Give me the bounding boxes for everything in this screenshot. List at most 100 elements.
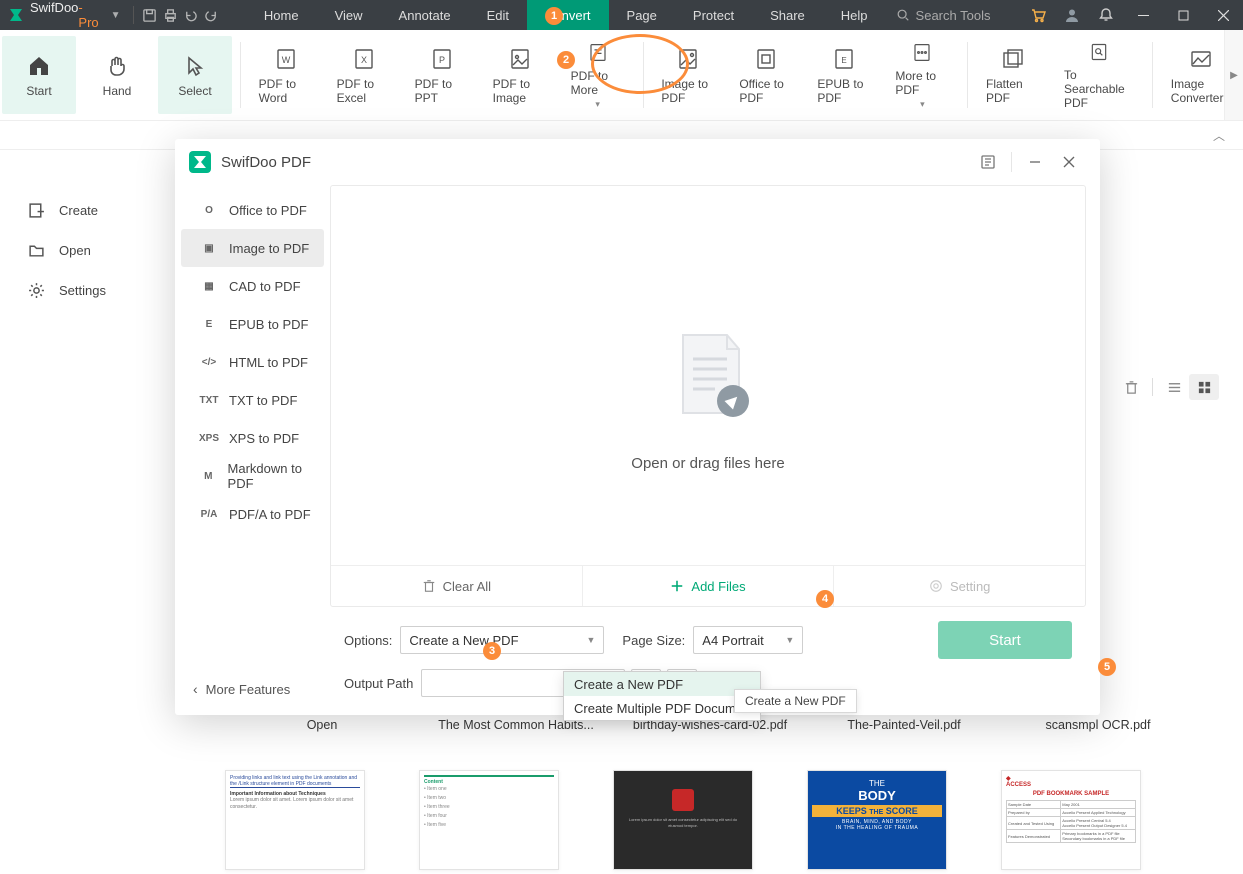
ribbon-office-to-pdf[interactable]: Office to PDF — [729, 36, 803, 114]
annotation-2: 2 — [557, 51, 575, 69]
ribbon-hand[interactable]: Hand — [80, 36, 154, 114]
ribbon-start[interactable]: Start — [2, 36, 76, 114]
menu-annotate[interactable]: Annotate — [381, 0, 469, 30]
pagesize-label: Page Size: — [622, 633, 685, 648]
more-features-link[interactable]: ‹More Features — [193, 681, 290, 697]
convert-dialog: SwifDoo PDF OOffice to PDF ▣Image to PDF… — [175, 139, 1100, 715]
search-icon — [896, 8, 910, 22]
ribbon-pdf-to-excel[interactable]: XPDF to Excel — [327, 36, 401, 114]
view-mode-toggle — [1116, 374, 1219, 400]
leftnav-settings[interactable]: Settings — [0, 270, 175, 310]
thumbnail[interactable]: THEBODYKEEPS THE SCOREBRAIN, MIND, AND B… — [807, 770, 947, 870]
search-tools-input[interactable]: Search Tools — [896, 4, 1021, 26]
side-image-to-pdf[interactable]: ▣Image to PDF — [181, 229, 324, 267]
side-txt-to-pdf[interactable]: TXTTXT to PDF — [181, 381, 324, 419]
menu-page[interactable]: Page — [609, 0, 675, 30]
dialog-minimize[interactable] — [1018, 145, 1052, 179]
dialog-header: SwifDoo PDF — [175, 139, 1100, 185]
side-pdfa-to-pdf[interactable]: P/APDF/A to PDF — [181, 495, 324, 533]
ribbon-pdf-to-ppt[interactable]: PPDF to PPT — [405, 36, 479, 114]
ribbon-searchable-pdf[interactable]: To Searchable PDF — [1054, 36, 1144, 114]
ribbon-select[interactable]: Select — [158, 36, 232, 114]
drop-file-icon — [653, 321, 763, 431]
user-icon[interactable] — [1055, 0, 1089, 30]
svg-text:W: W — [281, 55, 290, 65]
menu-view[interactable]: View — [317, 0, 381, 30]
ribbon-flatten-pdf[interactable]: Flatten PDF — [976, 36, 1050, 114]
side-markdown-to-pdf[interactable]: MMarkdown to PDF — [181, 457, 324, 495]
window-minimize[interactable] — [1123, 0, 1163, 30]
annotation-4: 4 — [816, 590, 834, 608]
thumbnails-row: Providing links and link text using the … — [225, 770, 1213, 870]
ribbon-overflow-icon[interactable]: ▶ — [1224, 30, 1243, 120]
dialog-close[interactable] — [1052, 145, 1086, 179]
menu-share[interactable]: Share — [752, 0, 823, 30]
main-menu: Home View Annotate Edit Convert Page Pro… — [246, 0, 886, 30]
leftnav-create[interactable]: Create — [0, 190, 175, 230]
view-delete-icon[interactable] — [1116, 374, 1146, 400]
svg-text:P: P — [439, 55, 445, 65]
menu-help[interactable]: Help — [823, 0, 886, 30]
ribbon-pdf-to-image[interactable]: PDF to Image — [483, 36, 557, 114]
drop-zone[interactable]: Open or drag files here Clear All Add Fi… — [330, 185, 1086, 607]
options-label: Options: — [344, 633, 392, 648]
recent-file[interactable]: Open — [225, 718, 419, 732]
title-dropdown-icon[interactable]: ▼ — [111, 10, 121, 21]
print-icon[interactable] — [160, 0, 181, 30]
window-close[interactable] — [1203, 0, 1243, 30]
pagesize-select[interactable]: A4 Portrait▼ — [693, 626, 803, 654]
side-office-to-pdf[interactable]: OOffice to PDF — [181, 191, 324, 229]
menu-convert[interactable]: Convert — [527, 0, 609, 30]
dropdown-option[interactable]: Create Multiple PDF Document — [564, 696, 760, 720]
recent-file[interactable]: The-Painted-Veil.pdf — [807, 718, 1001, 732]
ribbon-epub-to-pdf[interactable]: EEPUB to PDF — [807, 36, 881, 114]
add-files-button[interactable]: Add Files — [583, 566, 835, 606]
redo-icon[interactable] — [201, 0, 222, 30]
thumbnail[interactable]: ◆ACCESSPDF BOOKMARK SAMPLESample DateMay… — [1001, 770, 1141, 870]
view-grid-icon[interactable] — [1189, 374, 1219, 400]
menu-protect[interactable]: Protect — [675, 0, 752, 30]
chevron-up-icon[interactable]: ︿ — [1213, 127, 1225, 144]
annotation-5: 5 — [1098, 658, 1116, 676]
recent-file[interactable]: scansmpl OCR.pdf — [1001, 718, 1195, 732]
clear-all-button[interactable]: Clear All — [331, 566, 583, 606]
cart-icon[interactable] — [1021, 0, 1055, 30]
options-select[interactable]: Create a New PDF▼ — [400, 626, 604, 654]
side-epub-to-pdf[interactable]: EEPUB to PDF — [181, 305, 324, 343]
title-bar: SwifDoo-Pro ▼ Home View Annotate Edit Co… — [0, 0, 1243, 30]
thumbnail[interactable]: Lorem ipsum dolor sit amet consectetur a… — [613, 770, 753, 870]
setting-button[interactable]: Setting — [834, 566, 1085, 606]
window-maximize[interactable] — [1163, 0, 1203, 30]
bell-icon[interactable] — [1089, 0, 1123, 30]
side-xps-to-pdf[interactable]: XPSXPS to PDF — [181, 419, 324, 457]
svg-text:X: X — [361, 55, 367, 65]
dialog-settings-icon[interactable] — [971, 145, 1005, 179]
app-logo-icon — [8, 6, 24, 24]
menu-home[interactable]: Home — [246, 0, 317, 30]
dialog-sidebar: OOffice to PDF ▣Image to PDF ▦CAD to PDF… — [175, 185, 330, 715]
tooltip: Create a New PDF — [734, 689, 857, 713]
leftnav-open[interactable]: Open — [0, 230, 175, 270]
annotation-3: 3 — [483, 642, 501, 660]
ribbon-pdf-to-word[interactable]: WPDF to Word — [249, 36, 323, 114]
save-icon[interactable] — [139, 0, 160, 30]
start-button[interactable]: Start — [938, 621, 1072, 659]
drop-message: Open or drag files here — [631, 455, 784, 472]
dialog-logo-icon — [189, 151, 211, 173]
options-dropdown: Create a New PDF Create Multiple PDF Doc… — [563, 671, 761, 721]
thumbnail[interactable]: Content• Item one• Item two• Item three•… — [419, 770, 559, 870]
thumbnail[interactable]: Providing links and link text using the … — [225, 770, 365, 870]
annotation-1: 1 — [545, 7, 563, 25]
side-html-to-pdf[interactable]: </>HTML to PDF — [181, 343, 324, 381]
annotation-ellipse — [591, 34, 689, 94]
ribbon-more-to-pdf[interactable]: More to PDF▾ — [885, 36, 959, 114]
undo-icon[interactable] — [181, 0, 202, 30]
side-cad-to-pdf[interactable]: ▦CAD to PDF — [181, 267, 324, 305]
left-nav: Create Open Settings — [0, 150, 175, 310]
app-title: SwifDoo-Pro — [30, 0, 99, 30]
dialog-title: SwifDoo PDF — [221, 154, 311, 171]
svg-text:E: E — [842, 56, 847, 65]
dropdown-option[interactable]: Create a New PDF — [564, 672, 760, 696]
menu-edit[interactable]: Edit — [469, 0, 527, 30]
view-list-icon[interactable] — [1159, 374, 1189, 400]
